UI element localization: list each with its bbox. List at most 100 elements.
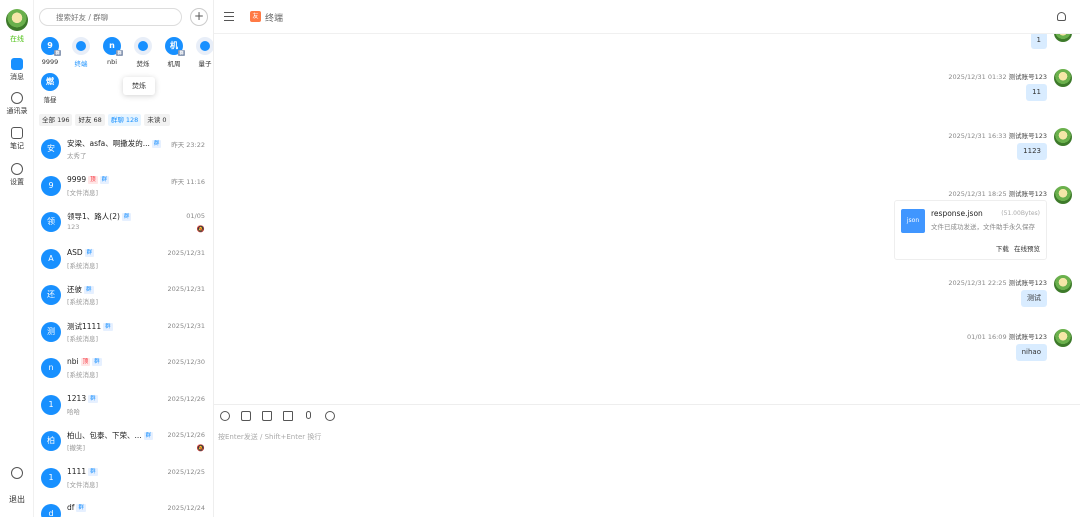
conversation-avatar: 领 — [41, 212, 61, 232]
history-icon[interactable] — [325, 411, 335, 421]
folder-icon[interactable] — [262, 411, 272, 421]
conversation-name: 9999 顶群 — [67, 174, 110, 184]
filter-groups[interactable]: 群聊 128 — [107, 114, 142, 126]
conversation-avatar: 还 — [41, 285, 61, 305]
sender-avatar — [1054, 34, 1072, 42]
pinned-avatar: n群 — [103, 37, 123, 56]
conversation-name: df 群 — [67, 503, 86, 512]
conversation-preview: [文件消息] — [67, 188, 99, 197]
pinned-name: 量子 — [198, 60, 212, 68]
conversation-preview: [撤笑] — [67, 444, 86, 452]
conversation-item[interactable]: 1 1213 群哈哈 2025/12/26 — [34, 388, 213, 424]
conversation-time: 昨天 23:22 — [171, 141, 205, 149]
mute-icon: 🔕 — [196, 444, 205, 452]
text-message: 2025/12/31 01:32 测试账号123 11 — [472, 69, 1072, 111]
conversation-time: 2025/12/26 — [167, 394, 205, 403]
conversation-tag: 群 — [84, 248, 95, 257]
rail-item-settings[interactable]: 设置 — [0, 163, 34, 187]
file-card[interactable]: json response.json (51.00Bytes) 文件已成功发送，… — [894, 200, 1047, 260]
pinned-item[interactable]: 焚烁 — [129, 37, 157, 68]
conversation-item[interactable]: A ASD 群 [系统消息] 2025/12/31 — [34, 242, 213, 278]
pinned-item[interactable]: n群 nbi — [98, 37, 126, 66]
message-bubble[interactable]: nihao — [1015, 344, 1047, 361]
pinned-item[interactable]: 9群 9999 — [36, 37, 64, 66]
conversation-panel: + 9群 9999 终端 n群 nbi 焚烁 机群 机周 — [34, 0, 214, 517]
message-bubble[interactable]: 测试 — [1021, 290, 1047, 307]
filter-friends[interactable]: 好友 68 — [75, 114, 105, 126]
conversation-preview: [系统消息] — [67, 334, 99, 343]
sender-avatar — [1054, 329, 1072, 347]
conversation-tag: 群 — [143, 432, 154, 440]
conversation-item[interactable]: d df 群 2025/12/24 — [34, 497, 213, 517]
download-link[interactable]: 下载 — [996, 245, 1009, 253]
conversation-item[interactable]: n nbi 顶群 [系统消息] 2025/12/30 — [34, 351, 213, 387]
conversation-avatar: n — [41, 358, 61, 378]
conversation-time: 2025/12/31 — [167, 321, 205, 330]
pinned-avatar: 9群 — [41, 37, 61, 56]
image-icon[interactable] — [241, 411, 251, 421]
filter-all[interactable]: 全部 196 — [39, 114, 73, 126]
conversation-avatar: d — [41, 504, 61, 517]
conversation-time: 01/05 — [186, 212, 205, 220]
conversation-item[interactable]: 9 9999 顶群 [文件消息] 昨天 11:16 — [34, 169, 213, 205]
preview-link[interactable]: 在线预览 — [1014, 245, 1040, 253]
conversation-time: 2025/12/31 — [167, 248, 205, 257]
rail-item-label: 通讯录 — [6, 107, 28, 115]
github-link[interactable] — [0, 467, 34, 481]
message-bubble[interactable]: 1123 — [1017, 143, 1047, 160]
conversation-item[interactable]: 测测试1111 群 [系统消息] 2025/12/31 — [34, 315, 213, 351]
pinned-item[interactable]: 燃 落昼 — [36, 73, 64, 104]
text-message: 1 — [472, 34, 1072, 66]
json-file-icon: json — [901, 209, 925, 233]
sender-avatar — [1054, 69, 1072, 87]
conversation-tag: 群 — [92, 358, 102, 366]
file-message: 2025/12/31 18:25 测试账号123 json response.js… — [472, 186, 1072, 268]
message-bubble[interactable]: 1 — [1030, 34, 1047, 49]
card-icon[interactable] — [283, 411, 293, 421]
rail-item-label: 笔记 — [10, 142, 24, 150]
rail-item-notes[interactable]: 笔记 — [0, 127, 34, 151]
pinned-avatar — [134, 37, 152, 55]
add-button[interactable]: + — [190, 8, 208, 26]
chat-header: 友 终端 — [214, 0, 1080, 34]
conversation-tag: 群 — [121, 213, 132, 221]
file-note: 文件已成功发送，文件助手永久保存 — [931, 223, 1035, 231]
emoji-icon[interactable] — [220, 411, 230, 421]
message-meta: 2025/12/31 22:25 测试账号123 — [948, 279, 1047, 287]
conversation-time: 2025/12/26 — [167, 431, 205, 439]
conversation-tag: 顶 — [88, 175, 98, 184]
conversation-time: 昨天 11:16 — [171, 177, 205, 186]
user-add-icon[interactable] — [1057, 12, 1066, 21]
rail-item-contacts[interactable]: 通讯录 — [0, 92, 34, 116]
conversation-item[interactable]: 柏柏山、包泰、下荣、... 群 [撤笑] 2025/12/26 🔕 — [34, 424, 213, 460]
chat-app: 在线 消息 通讯录 笔记 设置 退出 + 9群 9999 — [0, 0, 1080, 517]
conversation-item[interactable]: 还还彼群 [系统消息] 2025/12/31 — [34, 278, 213, 314]
message-input[interactable]: 按Enter发送 / Shift+Enter 换行 — [218, 432, 321, 442]
conversation-item[interactable]: 安安梁、asfa、啊撒发的... 群太秀了 昨天 23:22 — [34, 132, 213, 168]
rail-item-messages[interactable]: 消息 — [0, 58, 34, 82]
my-avatar[interactable] — [6, 9, 28, 31]
search-input[interactable] — [39, 8, 182, 26]
filter-unread[interactable]: 未读 0 — [144, 114, 170, 126]
menu-toggle-icon[interactable] — [224, 12, 234, 21]
sender-avatar — [1054, 128, 1072, 146]
logout-button[interactable]: 退出 — [0, 494, 34, 505]
conversation-preview: [系统消息] — [67, 298, 99, 306]
conversation-time: 2025/12/25 — [167, 467, 205, 476]
nav-rail: 在线 消息 通讯录 笔记 设置 退出 — [0, 0, 34, 517]
conversation-avatar: 柏 — [41, 431, 61, 451]
conversation-tag: 群 — [88, 467, 98, 476]
conversation-item[interactable]: 1 1111 群 [文件消息] 2025/12/25 — [34, 461, 213, 497]
conversation-tag: 群 — [88, 394, 98, 403]
conversation-name: 1213 群 — [67, 393, 98, 403]
conversation-time: 2025/12/30 — [167, 358, 205, 366]
pinned-item[interactable]: 量子 — [191, 37, 213, 68]
pinned-item[interactable]: 终端 — [67, 37, 95, 68]
pinned-item[interactable]: 机群 机周 — [160, 37, 188, 68]
microphone-icon[interactable] — [306, 411, 311, 419]
message-bubble[interactable]: 11 — [1026, 84, 1047, 101]
conversation-preview: 123 — [67, 223, 80, 231]
conversation-item[interactable]: 领领导1、路人(2) 群 123 01/05 🔕 — [34, 205, 213, 241]
conversation-tag: 群 — [151, 140, 162, 148]
github-icon — [11, 467, 23, 479]
